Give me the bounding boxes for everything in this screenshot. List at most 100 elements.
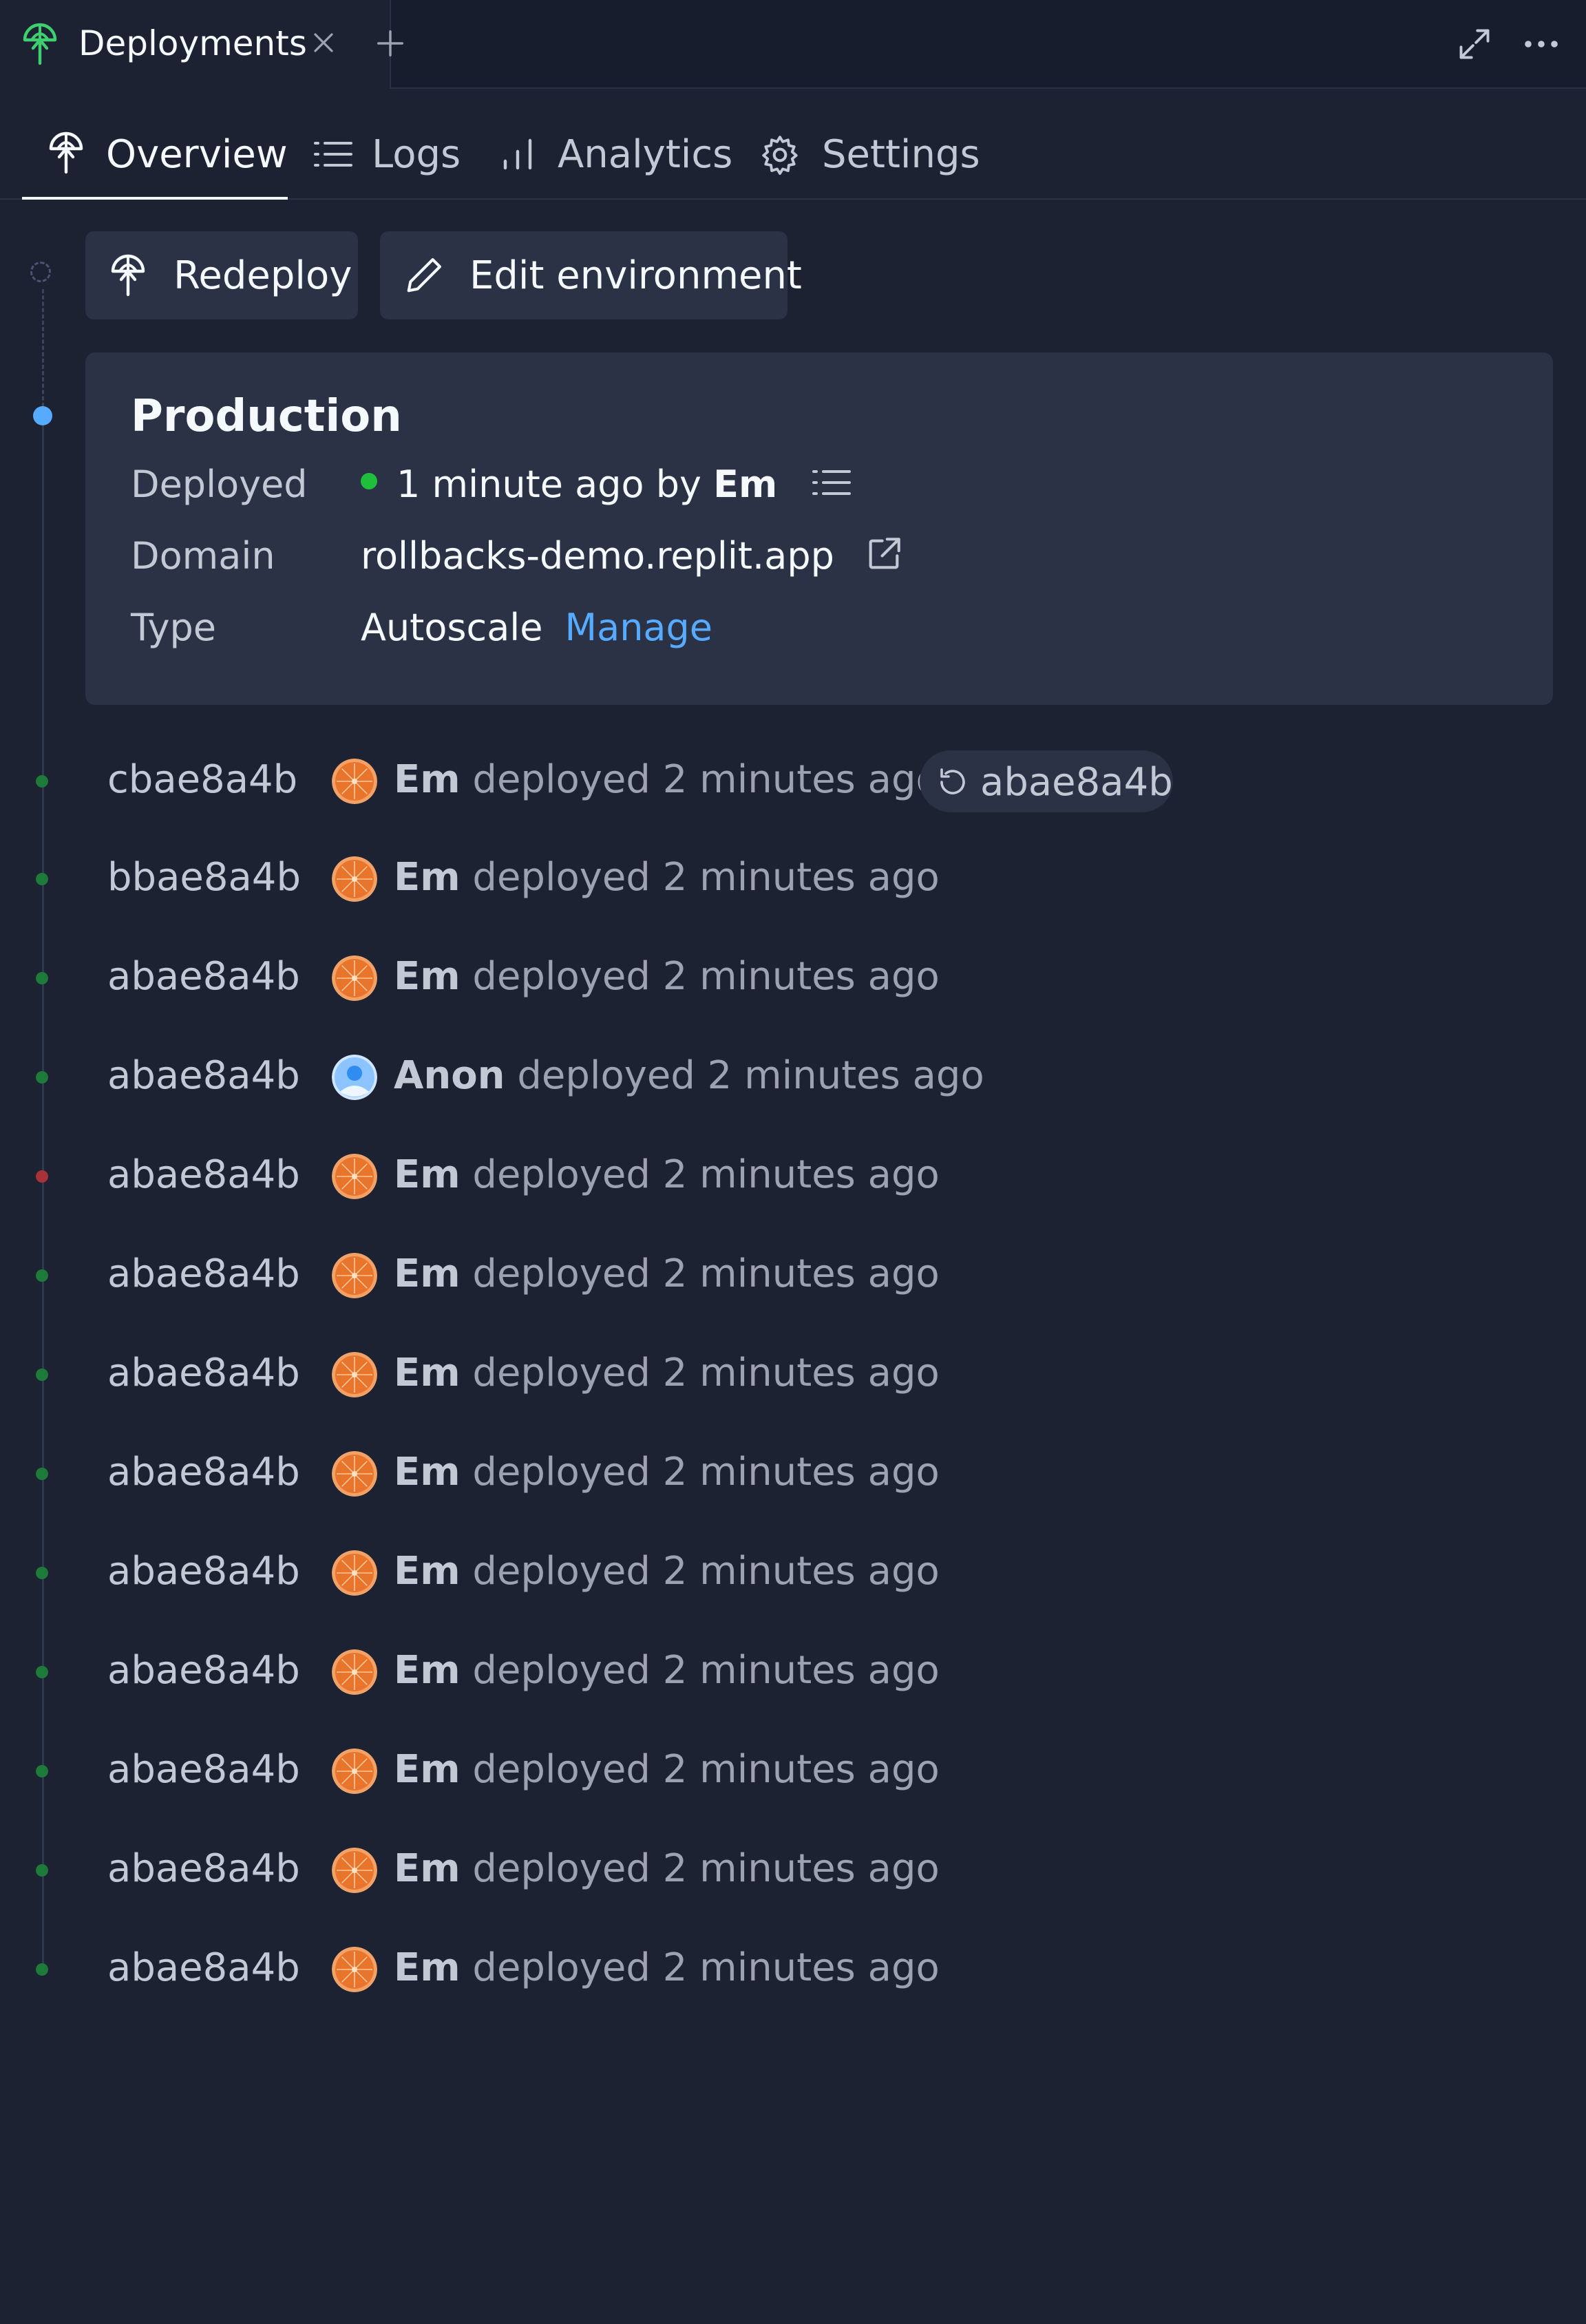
deployed-by: Em [713, 463, 778, 506]
tab-logs[interactable]: Logs [311, 110, 461, 198]
timeline-pending-node [30, 262, 51, 282]
type-value: Autoscale Manage [361, 606, 712, 649]
external-link-icon[interactable] [864, 534, 904, 574]
list-icon [314, 142, 352, 167]
redeploy-button[interactable]: Redeploy [85, 231, 358, 319]
commit-hash: cbae8a4b [107, 757, 298, 802]
edit-environment-button[interactable]: Edit environment [380, 231, 802, 319]
history-row[interactable]: cbae8a4b Em deployed 2 minutes ago abae8a4… [0, 731, 1586, 830]
deploy-time: deployed 2 minutes ago [472, 1450, 940, 1494]
status-success-dot [36, 1468, 48, 1480]
history-row[interactable]: abae8a4b Em deployed 2 minutes ago [0, 928, 1586, 1027]
deployed-value: 1 minute ago by Em [361, 463, 852, 506]
deploy-description: Em deployed 2 minutes ago [394, 1351, 940, 1395]
pencil-icon [407, 257, 442, 293]
status-success-dot [36, 1071, 48, 1084]
status-success-dot [36, 1369, 48, 1381]
tab-analytics-label: Analytics [558, 132, 733, 177]
commit-hash: bbae8a4b [107, 855, 301, 900]
close-icon[interactable] [310, 29, 337, 56]
deploy-time: deployed 2 minutes ago [472, 1351, 940, 1395]
tab-bar: Deployments [0, 0, 1586, 89]
timeline-current-node [33, 406, 52, 425]
tab-settings-label: Settings [822, 132, 980, 177]
rollback-hash: abae8a4b [980, 760, 1173, 805]
timeline-dashed-line [42, 289, 44, 413]
production-title: Production [131, 391, 402, 442]
status-success-dot [36, 873, 48, 885]
tab-analytics[interactable]: Analytics [500, 110, 732, 198]
type-label: Type [131, 606, 217, 649]
deployer-name: Em [394, 1747, 461, 1792]
plus-icon[interactable] [374, 28, 406, 59]
avatar [332, 1253, 377, 1298]
history-row[interactable]: abae8a4b Em deployed 2 minutes ago [0, 1324, 1586, 1424]
deploy-description: Em deployed 2 minutes ago [394, 1747, 940, 1792]
deploy-time: deployed 2 minutes ago [472, 1152, 940, 1197]
rollback-icon [940, 768, 965, 794]
commit-hash: abae8a4b [107, 1053, 300, 1098]
avatar [332, 1550, 377, 1596]
tab-settings[interactable]: Settings [759, 110, 980, 198]
history-row[interactable]: abae8a4b Em deployed 2 minutes ago [0, 1225, 1586, 1324]
history-row[interactable]: abae8a4b Em deployed 2 minutes ago [0, 1523, 1586, 1622]
history-row[interactable]: abae8a4b Em deployed 2 minutes ago [0, 1126, 1586, 1225]
history-row[interactable]: abae8a4b Em deployed 2 minutes ago [0, 1919, 1586, 2018]
list-icon[interactable] [812, 469, 852, 496]
edit-environment-label: Edit environment [469, 253, 802, 298]
expand-icon[interactable] [1457, 26, 1492, 62]
manage-link[interactable]: Manage [565, 606, 713, 649]
deployer-name: Em [394, 855, 461, 900]
deploy-description: Em deployed 2 minutes ago [394, 1648, 940, 1693]
gear-icon [762, 136, 798, 176]
deployer-name: Em [394, 757, 461, 802]
tab-overview[interactable]: Overview [22, 110, 288, 200]
tab-deployments[interactable]: Deployments [0, 0, 391, 89]
status-success-dot [36, 1864, 48, 1877]
deploy-time: deployed 2 minutes ago [517, 1053, 984, 1098]
status-success-dot [36, 1567, 48, 1579]
domain-label: Domain [131, 534, 275, 578]
domain-link[interactable]: rollbacks-demo.replit.app [361, 534, 834, 578]
avatar [332, 955, 377, 1001]
history-row[interactable]: abae8a4b Em deployed 2 minutes ago [0, 1721, 1586, 1820]
deployer-name: Em [394, 1945, 461, 1990]
deploy-time: deployed 2 minutes ago [472, 1945, 940, 1990]
deploy-time: deployed 2 minutes ago [472, 1251, 940, 1296]
deployer-name: Anon [394, 1053, 505, 1098]
deployed-time: 1 minute ago by [396, 463, 701, 506]
deployer-name: Em [394, 1152, 461, 1197]
more-icon[interactable] [1523, 37, 1560, 51]
avatar [332, 759, 377, 804]
avatar [332, 1154, 377, 1199]
history-row[interactable]: abae8a4b Em deployed 2 minutes ago [0, 1820, 1586, 1919]
deploy-description: Em deployed 2 minutes ago [394, 1846, 940, 1891]
avatar [332, 1055, 377, 1100]
rollback-badge[interactable]: abae8a4b [920, 750, 1173, 812]
commit-hash: abae8a4b [107, 1549, 300, 1594]
history-row[interactable]: abae8a4b Em deployed 2 minutes ago [0, 1622, 1586, 1721]
domain-value: rollbacks-demo.replit.app [361, 534, 904, 578]
tab-logs-label: Logs [372, 132, 461, 177]
deployer-name: Em [394, 1846, 461, 1891]
commit-hash: abae8a4b [107, 1351, 300, 1395]
deployment-subnav: Overview Logs Analytics Settings [0, 110, 1586, 200]
tab-title: Deployments [78, 23, 307, 63]
deploy-description: Em deployed 2 minutes ago [394, 1549, 940, 1594]
history-row[interactable]: bbae8a4b Em deployed 2 minutes ago [0, 829, 1586, 928]
deploy-time: deployed 2 minutes ago [472, 1747, 940, 1792]
deploy-time: deployed 2 minutes ago [472, 954, 940, 999]
status-success-dot [36, 1269, 48, 1282]
status-success-dot [36, 1666, 48, 1678]
avatar [332, 1649, 377, 1695]
deployments-icon [111, 254, 145, 297]
commit-hash: abae8a4b [107, 1152, 300, 1197]
tab-bar-background [391, 0, 1586, 89]
status-dot [361, 473, 377, 490]
deploy-description: Em deployed 2 minutes ago [394, 1945, 940, 1990]
history-row[interactable]: abae8a4b Anon deployed 2 minutes ago [0, 1027, 1586, 1126]
deployed-label: Deployed [131, 463, 308, 506]
production-card: Production Deployed 1 minute ago by Em D… [85, 352, 1553, 705]
history-row[interactable]: abae8a4b Em deployed 2 minutes ago [0, 1424, 1586, 1523]
tab-overview-label: Overview [106, 132, 288, 177]
